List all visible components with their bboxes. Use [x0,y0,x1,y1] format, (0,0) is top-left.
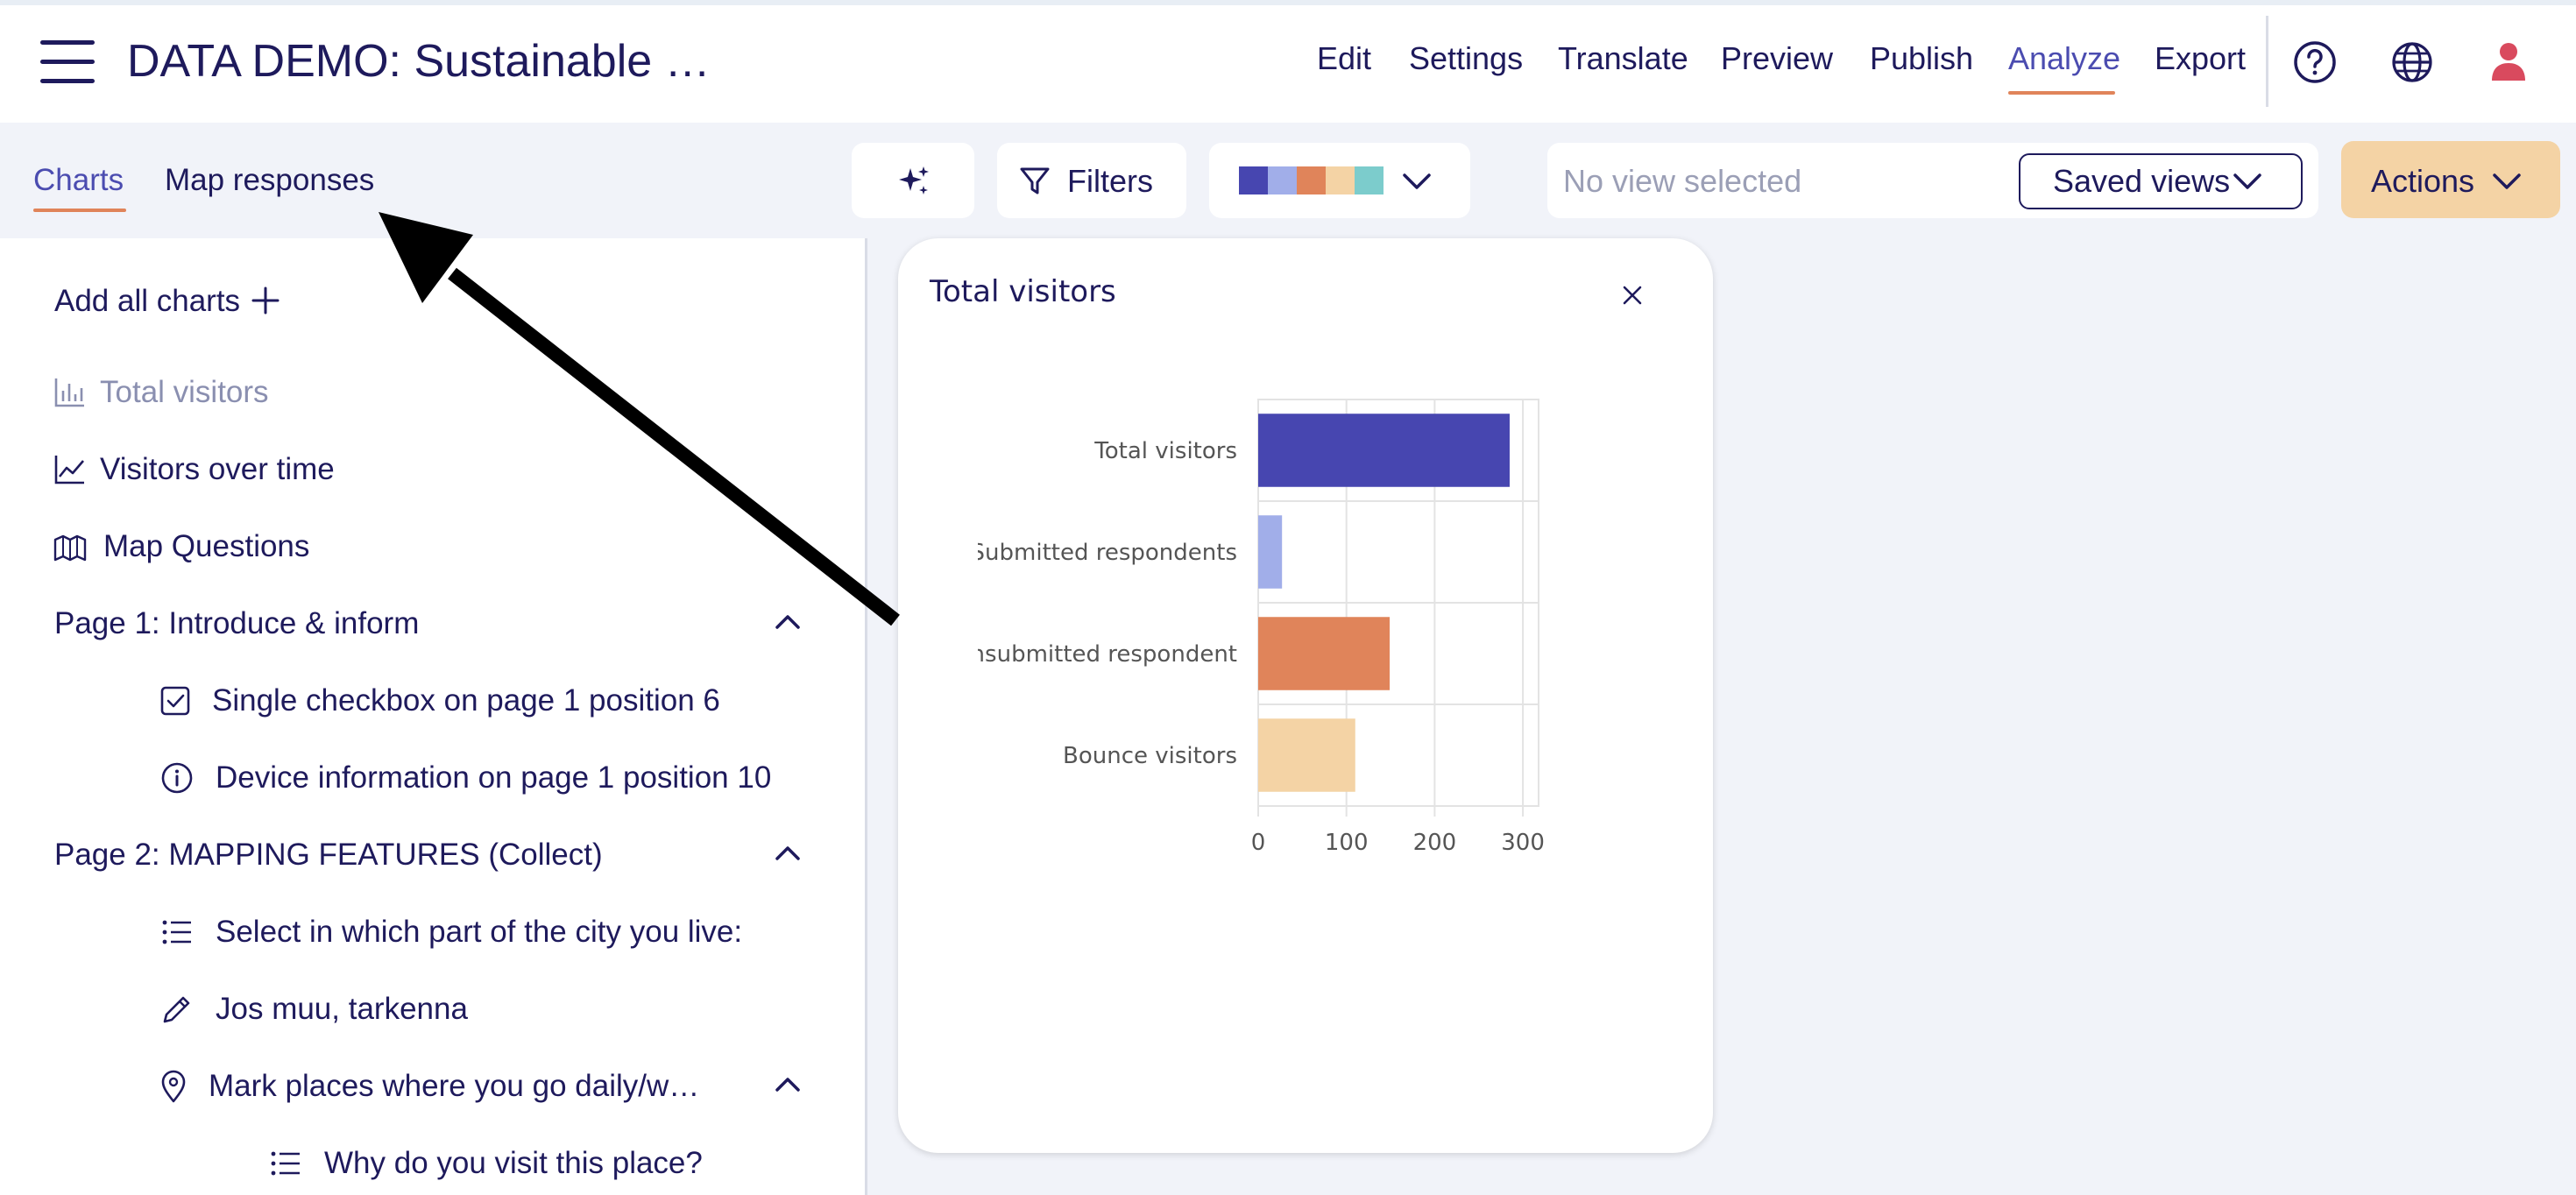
x-tick-label: 0 [1251,830,1266,856]
actions-label: Actions [2371,163,2475,199]
total-visitors-chart: 0 100 200 300 Total visitors Submitted respon… [964,399,1545,856]
project-title: DATA DEMO: Sustainable … [127,36,711,87]
y-category-label: Total visitors [1093,438,1237,464]
chevron-down-icon [2493,173,2521,189]
palette-swatch [1239,166,1268,194]
checkbox-icon [160,686,190,716]
sidebar-item-map-questions[interactable]: Map Questions [103,529,309,564]
header-divider [2266,16,2268,107]
globe-icon[interactable] [2388,39,2436,86]
sidebar-item-visitors-over-time[interactable]: Visitors over time [100,452,335,487]
line-chart-icon [54,456,84,484]
y-category-label: Unsubmitted respondent [964,641,1237,668]
sidebar-item-device-information[interactable]: Device information on page 1 position 10 [216,760,771,795]
sidebar-item-jos-muu[interactable]: Jos muu, tarkenna [216,992,468,1027]
map-icon [53,534,87,562]
sidebar-page-2[interactable]: Page 2: MAPPING FEATURES (Collect) [54,838,603,873]
palette-swatch [1268,166,1297,194]
menu-icon[interactable] [40,40,95,84]
nav-translate[interactable]: Translate [1558,40,1688,77]
list-icon [271,1151,300,1176]
pencil-icon [163,996,190,1023]
x-tick-label: 100 [1325,830,1369,856]
sidebar-item-mark-places[interactable]: Mark places where you go daily/w… [209,1069,699,1104]
chevron-up-icon[interactable] [775,1076,801,1093]
palette-swatch [1297,166,1326,194]
sidebar-item-total-visitors[interactable]: Total visitors [100,375,269,410]
nav-export[interactable]: Export [2155,40,2246,77]
sidebar-divider [865,238,867,1195]
nav-publish[interactable]: Publish [1870,40,1973,77]
bar [1258,414,1510,487]
chevron-down-icon [1403,173,1431,189]
bar [1258,617,1391,690]
sparkles-icon [899,166,929,194]
nav-analyze[interactable]: Analyze [2008,40,2120,77]
user-icon[interactable] [2485,39,2532,86]
palette-swatch [1326,166,1355,194]
bar [1258,515,1283,589]
filter-icon [1020,167,1050,194]
tab-map-responses[interactable]: Map responses [165,163,374,198]
sidebar-page-1[interactable]: Page 1: Introduce & inform [54,606,419,641]
active-nav-indicator [2008,91,2115,95]
close-icon[interactable] [1617,280,1647,310]
map-pin-icon [161,1070,186,1103]
active-tab-indicator [33,209,126,212]
view-placeholder: No view selected [1563,163,1802,199]
y-category-label: Submitted respondents [971,540,1237,566]
nav-preview[interactable]: Preview [1721,40,1833,77]
sidebar-item-why-visit[interactable]: Why do you visit this place? [324,1146,703,1181]
bar [1258,718,1355,792]
nav-edit[interactable]: Edit [1317,40,1371,77]
sidebar-item-city-part[interactable]: Select in which part of the city you liv… [216,915,742,950]
nav-settings[interactable]: Settings [1409,40,1523,77]
chevron-down-icon [2233,173,2261,189]
filters-label: Filters [1067,163,1153,199]
plus-icon[interactable] [251,286,280,315]
chevron-up-icon[interactable] [775,845,801,862]
list-icon [162,920,191,944]
y-category-label: Bounce visitors [1063,743,1237,769]
palette-swatch [1355,166,1384,194]
saved-views-label: Saved views [2053,163,2231,199]
x-tick-label: 200 [1413,830,1457,856]
bar-chart-icon [54,378,84,407]
sidebar-item-single-checkbox[interactable]: Single checkbox on page 1 position 6 [212,683,720,718]
help-icon[interactable] [2291,39,2339,86]
x-tick-label: 300 [1501,830,1545,856]
chevron-up-icon[interactable] [775,613,801,631]
tab-charts[interactable]: Charts [33,163,124,198]
add-all-charts-button[interactable]: Add all charts [54,284,240,319]
chart-card-title: Total visitors [930,274,1116,309]
info-icon [161,762,193,794]
